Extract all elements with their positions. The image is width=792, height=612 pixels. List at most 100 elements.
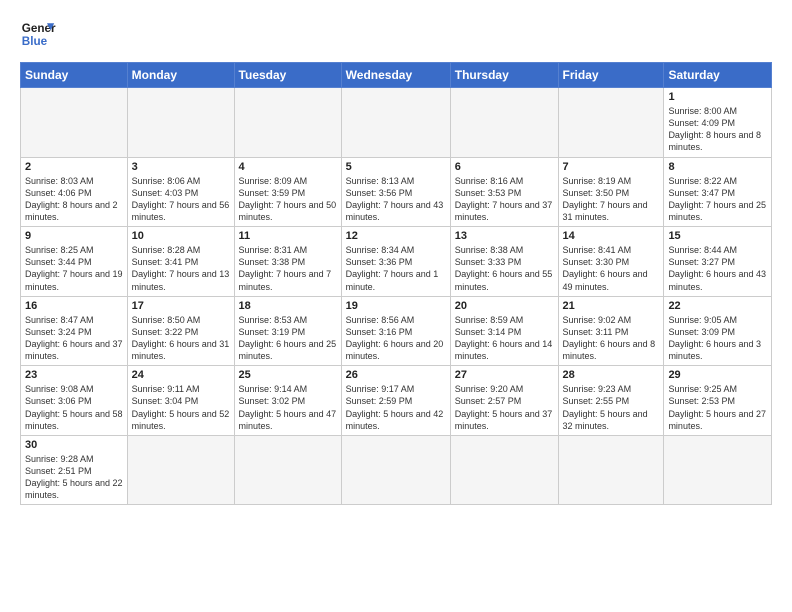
calendar-cell: 20 Sunrise: 8:59 AM Sunset: 3:14 PM Dayli…	[450, 296, 558, 366]
weekday-header-thursday: Thursday	[450, 63, 558, 88]
calendar-cell: 14Sunrise: 8:41 AM Sunset: 3:30 PM Dayli…	[558, 227, 664, 297]
calendar-cell: 12Sunrise: 8:34 AM Sunset: 3:36 PM Dayli…	[341, 227, 450, 297]
calendar-cell: 8 Sunrise: 8:22 AM Sunset: 3:47 PM Daylig…	[664, 157, 772, 227]
calendar-week-row: 9Sunrise: 8:25 AM Sunset: 3:44 PM Daylig…	[21, 227, 772, 297]
generalblue-icon: General Blue	[20, 16, 56, 52]
calendar-table: SundayMondayTuesdayWednesdayThursdayFrid…	[20, 62, 772, 505]
day-info: Sunrise: 8:53 AM Sunset: 3:19 PM Dayligh…	[239, 314, 337, 363]
calendar-cell: 21Sunrise: 9:02 AM Sunset: 3:11 PM Dayli…	[558, 296, 664, 366]
day-info: Sunrise: 8:19 AM Sunset: 3:50 PM Dayligh…	[563, 175, 660, 224]
day-info: Sunrise: 9:25 AM Sunset: 2:53 PM Dayligh…	[668, 383, 767, 432]
day-info: Sunrise: 8:00 AM Sunset: 4:09 PM Dayligh…	[668, 105, 767, 154]
calendar-cell	[450, 88, 558, 158]
calendar-cell: 16Sunrise: 8:47 AM Sunset: 3:24 PM Dayli…	[21, 296, 128, 366]
calendar-cell: 13Sunrise: 8:38 AM Sunset: 3:33 PM Dayli…	[450, 227, 558, 297]
day-info: Sunrise: 8:56 AM Sunset: 3:16 PM Dayligh…	[346, 314, 446, 363]
day-number: 30	[25, 439, 123, 451]
day-number: 5	[346, 161, 446, 173]
calendar-cell: 4 Sunrise: 8:09 AM Sunset: 3:59 PM Daylig…	[234, 157, 341, 227]
day-number: 15	[668, 230, 767, 242]
day-info: Sunrise: 8:31 AM Sunset: 3:38 PM Dayligh…	[239, 244, 337, 293]
day-info: Sunrise: 8:44 AM Sunset: 3:27 PM Dayligh…	[668, 244, 767, 293]
weekday-header-sunday: Sunday	[21, 63, 128, 88]
calendar-header-row: SundayMondayTuesdayWednesdayThursdayFrid…	[21, 63, 772, 88]
calendar-cell	[341, 435, 450, 505]
day-info: Sunrise: 8:59 AM Sunset: 3:14 PM Dayligh…	[455, 314, 554, 363]
day-info: Sunrise: 8:22 AM Sunset: 3:47 PM Dayligh…	[668, 175, 767, 224]
day-number: 29	[668, 369, 767, 381]
day-info: Sunrise: 9:08 AM Sunset: 3:06 PM Dayligh…	[25, 383, 123, 432]
calendar-cell: 3 Sunrise: 8:06 AM Sunset: 4:03 PM Daylig…	[127, 157, 234, 227]
calendar-cell	[558, 88, 664, 158]
calendar-cell: 22 Sunrise: 9:05 AM Sunset: 3:09 PM Dayli…	[664, 296, 772, 366]
calendar-week-row: 23Sunrise: 9:08 AM Sunset: 3:06 PM Dayli…	[21, 366, 772, 436]
day-number: 13	[455, 230, 554, 242]
calendar-cell: 7 Sunrise: 8:19 AM Sunset: 3:50 PM Daylig…	[558, 157, 664, 227]
day-info: Sunrise: 8:03 AM Sunset: 4:06 PM Dayligh…	[25, 175, 123, 224]
day-number: 25	[239, 369, 337, 381]
calendar-cell: 29 Sunrise: 9:25 AM Sunset: 2:53 PM Dayli…	[664, 366, 772, 436]
calendar-cell	[664, 435, 772, 505]
day-info: Sunrise: 8:34 AM Sunset: 3:36 PM Dayligh…	[346, 244, 446, 293]
calendar-cell: 10 Sunrise: 8:28 AM Sunset: 3:41 PM Dayli…	[127, 227, 234, 297]
day-info: Sunrise: 8:50 AM Sunset: 3:22 PM Dayligh…	[132, 314, 230, 363]
day-number: 1	[668, 91, 767, 103]
day-number: 24	[132, 369, 230, 381]
day-number: 11	[239, 230, 337, 242]
calendar-cell: 24 Sunrise: 9:11 AM Sunset: 3:04 PM Dayli…	[127, 366, 234, 436]
calendar-cell: 19 Sunrise: 8:56 AM Sunset: 3:16 PM Dayli…	[341, 296, 450, 366]
day-number: 9	[25, 230, 123, 242]
logo: General Blue	[20, 16, 56, 52]
calendar-cell: 11 Sunrise: 8:31 AM Sunset: 3:38 PM Dayli…	[234, 227, 341, 297]
calendar-cell: 9Sunrise: 8:25 AM Sunset: 3:44 PM Daylig…	[21, 227, 128, 297]
calendar-cell: 6Sunrise: 8:16 AM Sunset: 3:53 PM Daylig…	[450, 157, 558, 227]
day-number: 19	[346, 300, 446, 312]
header: General Blue	[20, 16, 772, 52]
day-number: 21	[563, 300, 660, 312]
calendar-week-row: 30 Sunrise: 9:28 AM Sunset: 2:51 PM Dayli…	[21, 435, 772, 505]
day-number: 3	[132, 161, 230, 173]
day-number: 28	[563, 369, 660, 381]
calendar-cell	[21, 88, 128, 158]
page: General Blue SundayMondayTuesdayWednesda…	[0, 0, 792, 612]
day-info: Sunrise: 8:41 AM Sunset: 3:30 PM Dayligh…	[563, 244, 660, 293]
calendar-cell	[341, 88, 450, 158]
calendar-cell	[450, 435, 558, 505]
calendar-cell: 30 Sunrise: 9:28 AM Sunset: 2:51 PM Dayli…	[21, 435, 128, 505]
day-info: Sunrise: 8:09 AM Sunset: 3:59 PM Dayligh…	[239, 175, 337, 224]
calendar-cell: 5 Sunrise: 8:13 AM Sunset: 3:56 PM Daylig…	[341, 157, 450, 227]
day-info: Sunrise: 9:11 AM Sunset: 3:04 PM Dayligh…	[132, 383, 230, 432]
calendar-cell: 2Sunrise: 8:03 AM Sunset: 4:06 PM Daylig…	[21, 157, 128, 227]
calendar-cell	[558, 435, 664, 505]
day-info: Sunrise: 9:20 AM Sunset: 2:57 PM Dayligh…	[455, 383, 554, 432]
day-info: Sunrise: 9:23 AM Sunset: 2:55 PM Dayligh…	[563, 383, 660, 432]
weekday-header-saturday: Saturday	[664, 63, 772, 88]
day-number: 22	[668, 300, 767, 312]
day-info: Sunrise: 9:05 AM Sunset: 3:09 PM Dayligh…	[668, 314, 767, 363]
day-info: Sunrise: 8:13 AM Sunset: 3:56 PM Dayligh…	[346, 175, 446, 224]
calendar-week-row: 1 Sunrise: 8:00 AM Sunset: 4:09 PM Daylig…	[21, 88, 772, 158]
weekday-header-tuesday: Tuesday	[234, 63, 341, 88]
calendar-week-row: 16Sunrise: 8:47 AM Sunset: 3:24 PM Dayli…	[21, 296, 772, 366]
day-info: Sunrise: 8:16 AM Sunset: 3:53 PM Dayligh…	[455, 175, 554, 224]
calendar-week-row: 2Sunrise: 8:03 AM Sunset: 4:06 PM Daylig…	[21, 157, 772, 227]
day-info: Sunrise: 8:28 AM Sunset: 3:41 PM Dayligh…	[132, 244, 230, 293]
day-number: 4	[239, 161, 337, 173]
calendar-cell	[234, 88, 341, 158]
calendar-cell: 15 Sunrise: 8:44 AM Sunset: 3:27 PM Dayli…	[664, 227, 772, 297]
day-number: 8	[668, 161, 767, 173]
weekday-header-friday: Friday	[558, 63, 664, 88]
day-number: 7	[563, 161, 660, 173]
calendar-cell: 28 Sunrise: 9:23 AM Sunset: 2:55 PM Dayli…	[558, 366, 664, 436]
calendar-cell: 27 Sunrise: 9:20 AM Sunset: 2:57 PM Dayli…	[450, 366, 558, 436]
day-number: 20	[455, 300, 554, 312]
day-number: 26	[346, 369, 446, 381]
day-number: 10	[132, 230, 230, 242]
day-info: Sunrise: 9:17 AM Sunset: 2:59 PM Dayligh…	[346, 383, 446, 432]
calendar-cell: 1 Sunrise: 8:00 AM Sunset: 4:09 PM Daylig…	[664, 88, 772, 158]
day-info: Sunrise: 8:06 AM Sunset: 4:03 PM Dayligh…	[132, 175, 230, 224]
day-info: Sunrise: 9:14 AM Sunset: 3:02 PM Dayligh…	[239, 383, 337, 432]
day-number: 27	[455, 369, 554, 381]
day-number: 17	[132, 300, 230, 312]
day-info: Sunrise: 9:28 AM Sunset: 2:51 PM Dayligh…	[25, 453, 123, 502]
